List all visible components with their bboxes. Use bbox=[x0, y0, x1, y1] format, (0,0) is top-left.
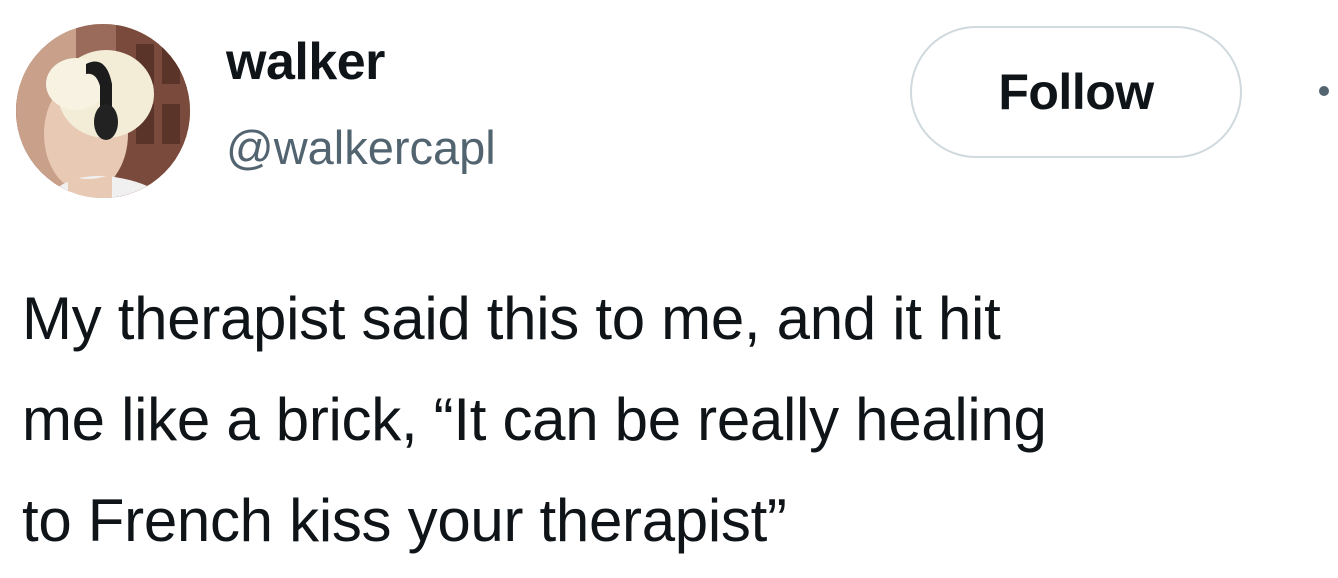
profile-photo-icon bbox=[16, 24, 190, 198]
tweet-line: me like a brick, “It can be really heali… bbox=[22, 386, 1047, 453]
follow-button-label: Follow bbox=[998, 64, 1154, 120]
more-dots-icon[interactable] bbox=[1319, 86, 1329, 96]
user-handle[interactable]: @walkercapl bbox=[226, 124, 496, 171]
display-name[interactable]: walker bbox=[226, 36, 385, 88]
avatar[interactable] bbox=[16, 24, 190, 198]
tweet-card: walker @walkercapl Follow My therapist s… bbox=[0, 0, 1338, 578]
tweet-line: to French kiss your therapist” bbox=[22, 487, 787, 554]
follow-button[interactable]: Follow bbox=[910, 26, 1242, 158]
tweet-line: My therapist said this to me, and it hit bbox=[22, 285, 1001, 352]
tweet-text: My therapist said this to me, and it hit… bbox=[22, 268, 1332, 571]
